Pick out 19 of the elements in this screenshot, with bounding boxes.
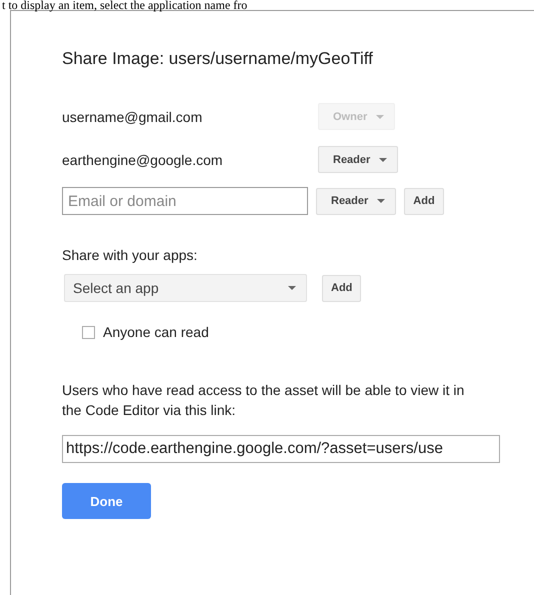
email-field[interactable]: Email or domain bbox=[62, 187, 308, 215]
page-text: t to display an item, select the application name fro bbox=[2, 0, 248, 10]
caret-icon bbox=[288, 286, 296, 290]
role-dropdown[interactable]: Reader bbox=[318, 146, 398, 173]
member-email: earthengine@google.com bbox=[62, 152, 224, 168]
apps-label: Share with your apps: bbox=[62, 247, 198, 263]
add-button[interactable]: Add bbox=[404, 188, 444, 214]
add-button[interactable]: Add bbox=[322, 274, 362, 302]
app-select[interactable]: Select an app bbox=[64, 274, 307, 302]
link-note: Users who have read access to the asset will be able to view it in the Code Editor via this link: bbox=[62, 381, 466, 420]
member-email: username@gmail.com bbox=[62, 108, 204, 124]
dialog-title: Share Image: users/username/myGeoTiff bbox=[62, 49, 374, 69]
caret-icon bbox=[377, 199, 386, 203]
link-field[interactable]: https://code.earthengine.google.com/?asset=users/use bbox=[62, 435, 500, 463]
role-dropdown[interactable]: Reader bbox=[316, 188, 396, 214]
caret-icon bbox=[376, 114, 384, 118]
caret-icon bbox=[379, 158, 388, 162]
checkbox[interactable] bbox=[82, 326, 95, 338]
checkbox-label: Anyone can read bbox=[103, 324, 209, 340]
